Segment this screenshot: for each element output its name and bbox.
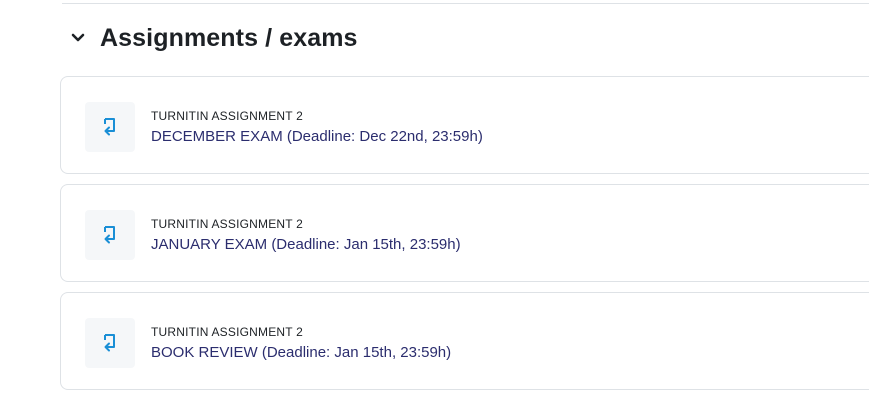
activity-text: TURNITIN ASSIGNMENT 2 BOOK REVIEW (Deadl… [151,325,451,363]
activity-link[interactable]: DECEMBER EXAM (Deadline: Dec 22nd, 23:59… [151,127,483,147]
activity-item-january-exam: TURNITIN ASSIGNMENT 2 JANUARY EXAM (Dead… [60,184,869,282]
activity-type-label: TURNITIN ASSIGNMENT 2 [151,109,303,123]
chevron-down-icon[interactable] [68,28,88,48]
activity-type-label: TURNITIN ASSIGNMENT 2 [151,325,303,339]
activity-text: TURNITIN ASSIGNMENT 2 DECEMBER EXAM (Dea… [151,109,483,147]
turnitin-icon[interactable] [85,318,135,368]
activity-link[interactable]: BOOK REVIEW (Deadline: Jan 15th, 23:59h) [151,343,451,363]
activity-item-book-review: TURNITIN ASSIGNMENT 2 BOOK REVIEW (Deadl… [60,292,869,390]
activity-type-label: TURNITIN ASSIGNMENT 2 [151,217,303,231]
activity-item-december-exam: TURNITIN ASSIGNMENT 2 DECEMBER EXAM (Dea… [60,76,869,174]
activity-list: TURNITIN ASSIGNMENT 2 DECEMBER EXAM (Dea… [60,76,869,400]
activity-text: TURNITIN ASSIGNMENT 2 JANUARY EXAM (Dead… [151,217,461,255]
section-header[interactable]: Assignments / exams [68,22,358,54]
turnitin-icon[interactable] [85,102,135,152]
section-title: Assignments / exams [100,24,358,52]
section-divider [62,3,869,4]
turnitin-icon[interactable] [85,210,135,260]
activity-link[interactable]: JANUARY EXAM (Deadline: Jan 15th, 23:59h… [151,235,461,255]
